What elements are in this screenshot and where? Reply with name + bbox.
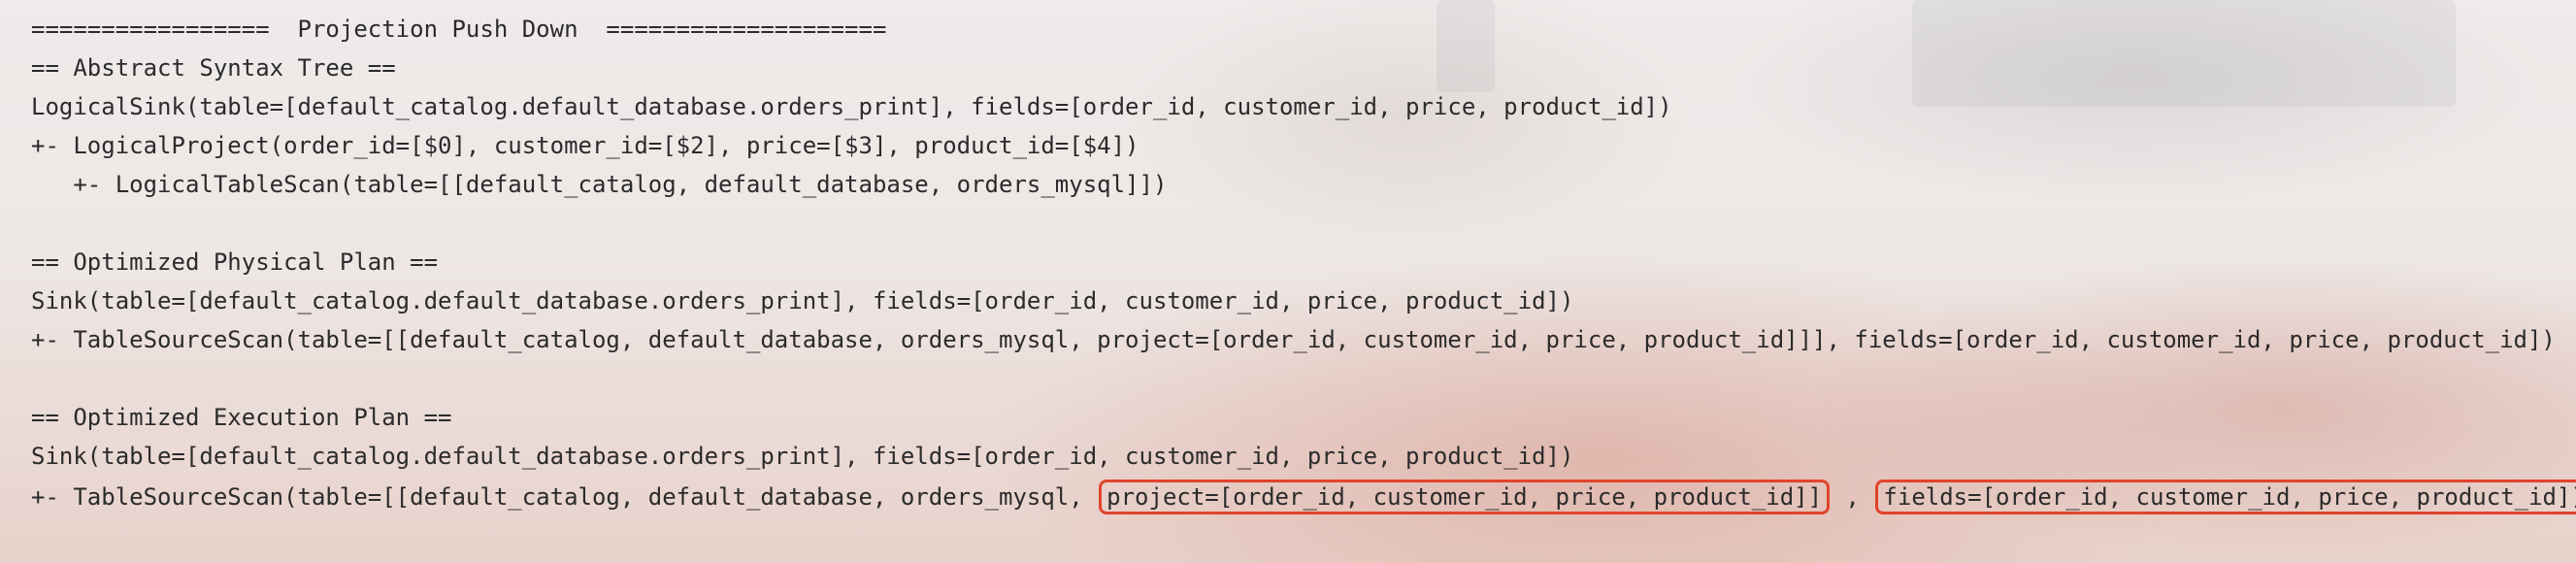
execution-plan-sink-line: Sink(table=[default_catalog.default_data… (31, 443, 1574, 470)
execution-plan-scan-line: +- TableSourceScan(table=[[default_catal… (31, 480, 2576, 518)
execution-plan-header: == Optimized Execution Plan == (31, 404, 452, 431)
ast-line: +- LogicalTableScan(table=[[default_cata… (31, 171, 1168, 198)
terminal-output[interactable]: ================= Projection Push Down =… (31, 14, 2576, 518)
title-line: ================= Projection Push Down =… (31, 16, 887, 43)
highlight-project-box: project=[order_id, customer_id, price, p… (1099, 480, 1831, 514)
highlight-fields-box: fields=[order_id, customer_id, price, pr… (1875, 480, 2576, 514)
physical-plan-line: +- TableSourceScan(table=[[default_catal… (31, 326, 2556, 353)
physical-plan-header: == Optimized Physical Plan == (31, 248, 439, 276)
ast-header: == Abstract Syntax Tree == (31, 54, 396, 82)
scan-separator: , (1832, 483, 1874, 511)
scan-prefix: +- TableSourceScan(table=[[default_catal… (31, 483, 1098, 511)
physical-plan-line: Sink(table=[default_catalog.default_data… (31, 287, 1574, 315)
ast-line: +- LogicalProject(order_id=[$0], custome… (31, 132, 1139, 159)
ast-line: LogicalSink(table=[default_catalog.defau… (31, 93, 1672, 120)
